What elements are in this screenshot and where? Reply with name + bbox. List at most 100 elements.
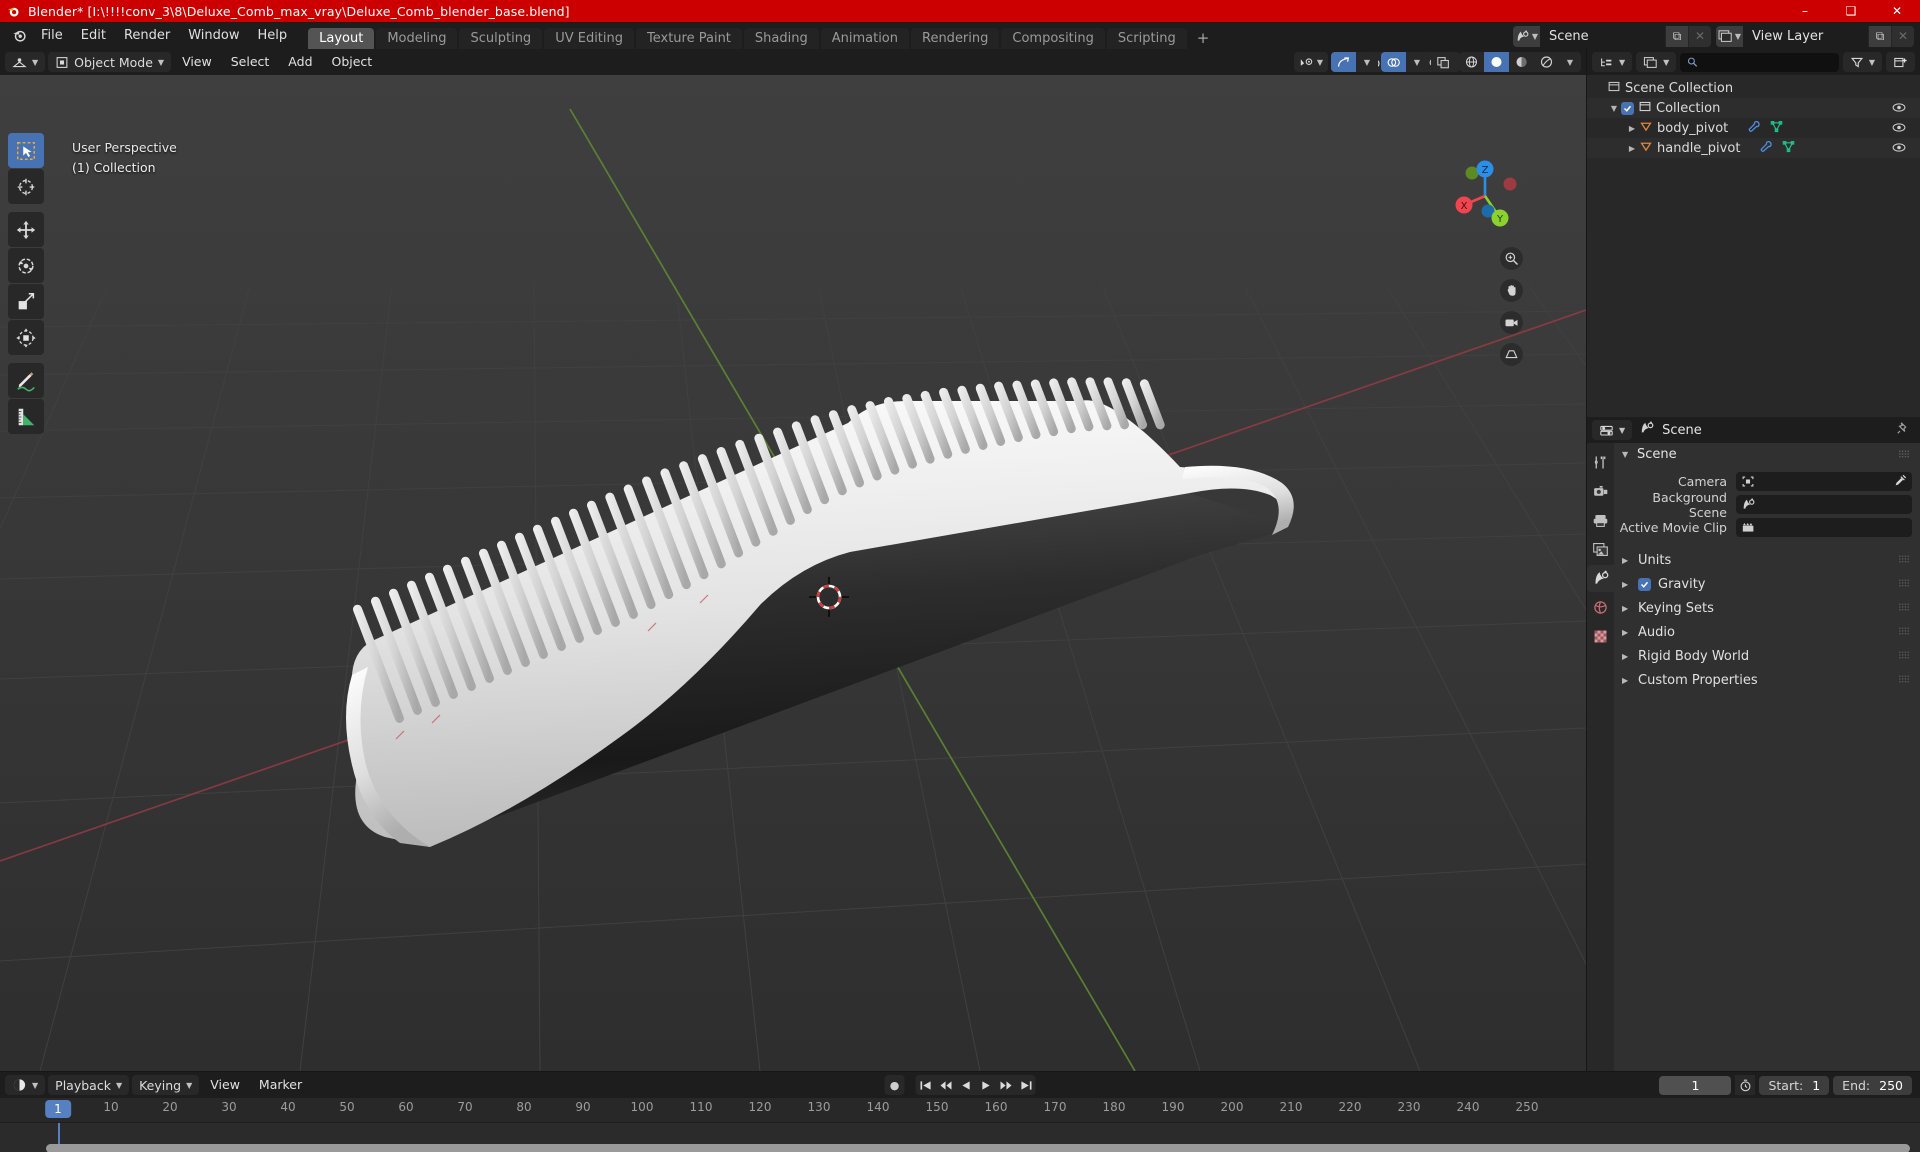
outliner-editor-type-selector[interactable]: ▼ xyxy=(1592,52,1633,72)
panel-triangle-closed-icon[interactable]: ▶ xyxy=(1622,628,1631,637)
visibility-eye-icon[interactable] xyxy=(1892,141,1906,158)
view-layer-tab-icon[interactable] xyxy=(1587,536,1614,563)
tweak-select-box-tool-icon[interactable] xyxy=(8,133,44,168)
timeline-menu-marker[interactable]: Marker xyxy=(251,1075,310,1095)
scene-panel-header[interactable]: ▼ Scene xyxy=(1614,443,1920,465)
collection-checkbox[interactable] xyxy=(1621,101,1634,115)
units-section[interactable]: ▶ Units xyxy=(1614,548,1920,572)
measure-tool-icon[interactable] xyxy=(8,399,44,434)
gravity-checkbox[interactable] xyxy=(1638,577,1651,591)
tab-animation[interactable]: Animation xyxy=(820,28,909,49)
outliner-row-handle-pivot[interactable]: ▶ handle_pivot xyxy=(1587,138,1920,158)
tab-compositing[interactable]: Compositing xyxy=(1001,28,1105,49)
menu-edit[interactable]: Edit xyxy=(72,25,115,47)
tab-uv-editing[interactable]: UV Editing xyxy=(544,28,635,49)
tab-scripting[interactable]: Scripting xyxy=(1106,28,1187,49)
jump-to-start-button[interactable] xyxy=(915,1075,936,1095)
viewport-menu-select[interactable]: Select xyxy=(223,52,278,72)
custom-properties-section[interactable]: ▶ Custom Properties xyxy=(1614,668,1920,692)
gizmo-group[interactable]: ▼ xyxy=(1331,52,1378,72)
gizmo-options-chevron-icon[interactable]: ▼ xyxy=(1356,52,1378,72)
outliner-editor[interactable]: ▼ ▼ ▼ Scene Collection ▼ Collection ▶ bo… xyxy=(1587,49,1920,417)
camera-field[interactable] xyxy=(1736,472,1912,491)
overlay-options-chevron-icon[interactable]: ▼ xyxy=(1406,52,1428,72)
outliner-row-scene-collection[interactable]: Scene Collection xyxy=(1587,78,1920,98)
menu-file[interactable]: File xyxy=(32,25,72,47)
texture-tab-icon[interactable] xyxy=(1587,623,1614,650)
solid-shading-icon[interactable] xyxy=(1484,52,1509,72)
remove-view-layer-button[interactable]: ✕ xyxy=(1891,25,1914,47)
camera-view-icon[interactable] xyxy=(1500,311,1523,334)
outliner-tree[interactable]: Scene Collection ▼ Collection ▶ body_piv… xyxy=(1587,75,1920,417)
visibility-eye-icon[interactable] xyxy=(1892,121,1906,138)
unlink-scene-button[interactable]: ✕ xyxy=(1688,25,1711,47)
timeline-track-area[interactable] xyxy=(0,1122,1920,1152)
viewport-menu-add[interactable]: Add xyxy=(280,52,320,72)
pan-hand-icon[interactable] xyxy=(1500,279,1523,302)
timeline-editor[interactable]: ▼ Playback ▼ Keying ▼ View Marker ● 1 St… xyxy=(0,1071,1920,1152)
timeline-menu-view[interactable]: View xyxy=(202,1075,248,1095)
background-scene-field[interactable] xyxy=(1736,495,1912,514)
play-button[interactable] xyxy=(975,1075,996,1095)
output-tab-icon[interactable] xyxy=(1587,507,1614,534)
audio-section[interactable]: ▶ Audio xyxy=(1614,620,1920,644)
editor-type-selector[interactable]: ▼ xyxy=(5,52,46,72)
cursor-tool-icon[interactable] xyxy=(8,169,44,204)
play-reverse-button[interactable] xyxy=(955,1075,976,1095)
scale-tool-icon[interactable] xyxy=(8,284,44,319)
object-visibility-icon[interactable]: ▼ xyxy=(1294,52,1328,72)
show-overlays-icon[interactable] xyxy=(1381,52,1406,72)
current-frame-field[interactable]: 1 xyxy=(1659,1075,1732,1095)
previous-keyframe-button[interactable] xyxy=(935,1075,956,1095)
disclosure-triangle-closed[interactable]: ▶ xyxy=(1625,124,1639,133)
tool-tab-icon[interactable] xyxy=(1587,449,1614,476)
keying-sets-section[interactable]: ▶ Keying Sets xyxy=(1614,596,1920,620)
disclosure-triangle-open[interactable]: ▼ xyxy=(1607,104,1621,113)
outliner-search-input[interactable] xyxy=(1680,52,1839,72)
end-frame-field[interactable]: End: 250 xyxy=(1833,1075,1912,1095)
mesh-data-icon[interactable] xyxy=(1770,120,1783,137)
rigid-body-world-section[interactable]: ▶ Rigid Body World xyxy=(1614,644,1920,668)
next-keyframe-button[interactable] xyxy=(995,1075,1016,1095)
menu-render[interactable]: Render xyxy=(115,25,179,47)
view-layer-name-field[interactable]: View Layer xyxy=(1743,25,1868,47)
panel-triangle-closed-icon[interactable]: ▶ xyxy=(1622,580,1631,589)
modifier-wrench-icon[interactable] xyxy=(1760,140,1773,157)
eyedropper-icon[interactable] xyxy=(1893,474,1907,492)
move-tool-icon[interactable] xyxy=(8,212,44,247)
timeline-ruler[interactable]: 1 10 20 30 40 50 60 70 80 90 100 110 120… xyxy=(0,1098,1920,1122)
rotate-tool-icon[interactable] xyxy=(8,248,44,283)
tab-sculpting[interactable]: Sculpting xyxy=(459,28,543,49)
scene-selector[interactable]: ▼ Scene ⧉ ✕ xyxy=(1513,25,1711,47)
maximize-button[interactable]: ❑ xyxy=(1828,0,1874,22)
world-tab-icon[interactable] xyxy=(1587,594,1614,621)
panel-triangle-closed-icon[interactable]: ▶ xyxy=(1622,556,1631,565)
tab-rendering[interactable]: Rendering xyxy=(911,28,1000,49)
modifier-wrench-icon[interactable] xyxy=(1748,120,1761,137)
overlays-group[interactable]: ▼ xyxy=(1381,52,1428,72)
playback-menu[interactable]: Playback ▼ xyxy=(48,1075,130,1095)
menu-window[interactable]: Window xyxy=(179,25,248,47)
timeline-editor-type-selector[interactable]: ▼ xyxy=(5,1075,46,1095)
outliner-search-field[interactable] xyxy=(1703,55,1832,69)
view-layer-icon[interactable]: ▼ xyxy=(1716,25,1743,47)
show-gizmo-icon[interactable] xyxy=(1331,52,1356,72)
tab-shading[interactable]: Shading xyxy=(743,28,819,49)
rendered-shading-icon[interactable] xyxy=(1534,52,1559,72)
panel-triangle-closed-icon[interactable]: ▶ xyxy=(1622,604,1631,613)
new-collection-icon[interactable] xyxy=(1886,52,1915,72)
viewport-menu-view[interactable]: View xyxy=(174,52,220,72)
outliner-row-collection[interactable]: ▼ Collection xyxy=(1587,98,1920,118)
blender-menu-icon[interactable] xyxy=(6,25,32,47)
transform-tool-icon[interactable] xyxy=(8,320,44,355)
wireframe-shading-icon[interactable] xyxy=(1459,52,1484,72)
zoom-icon[interactable] xyxy=(1500,247,1523,270)
toggle-xray-icon[interactable] xyxy=(1431,52,1456,72)
shading-modes-group[interactable]: ▼ xyxy=(1459,52,1581,72)
tab-texture-paint[interactable]: Texture Paint xyxy=(636,28,742,49)
timeline-horizontal-scrollbar[interactable] xyxy=(46,1144,1910,1152)
add-workspace-button[interactable]: + xyxy=(1189,28,1218,49)
new-view-layer-button[interactable]: ⧉ xyxy=(1868,25,1891,47)
keying-menu[interactable]: Keying ▼ xyxy=(132,1075,200,1095)
use-preview-range-button[interactable] xyxy=(1735,1075,1756,1095)
